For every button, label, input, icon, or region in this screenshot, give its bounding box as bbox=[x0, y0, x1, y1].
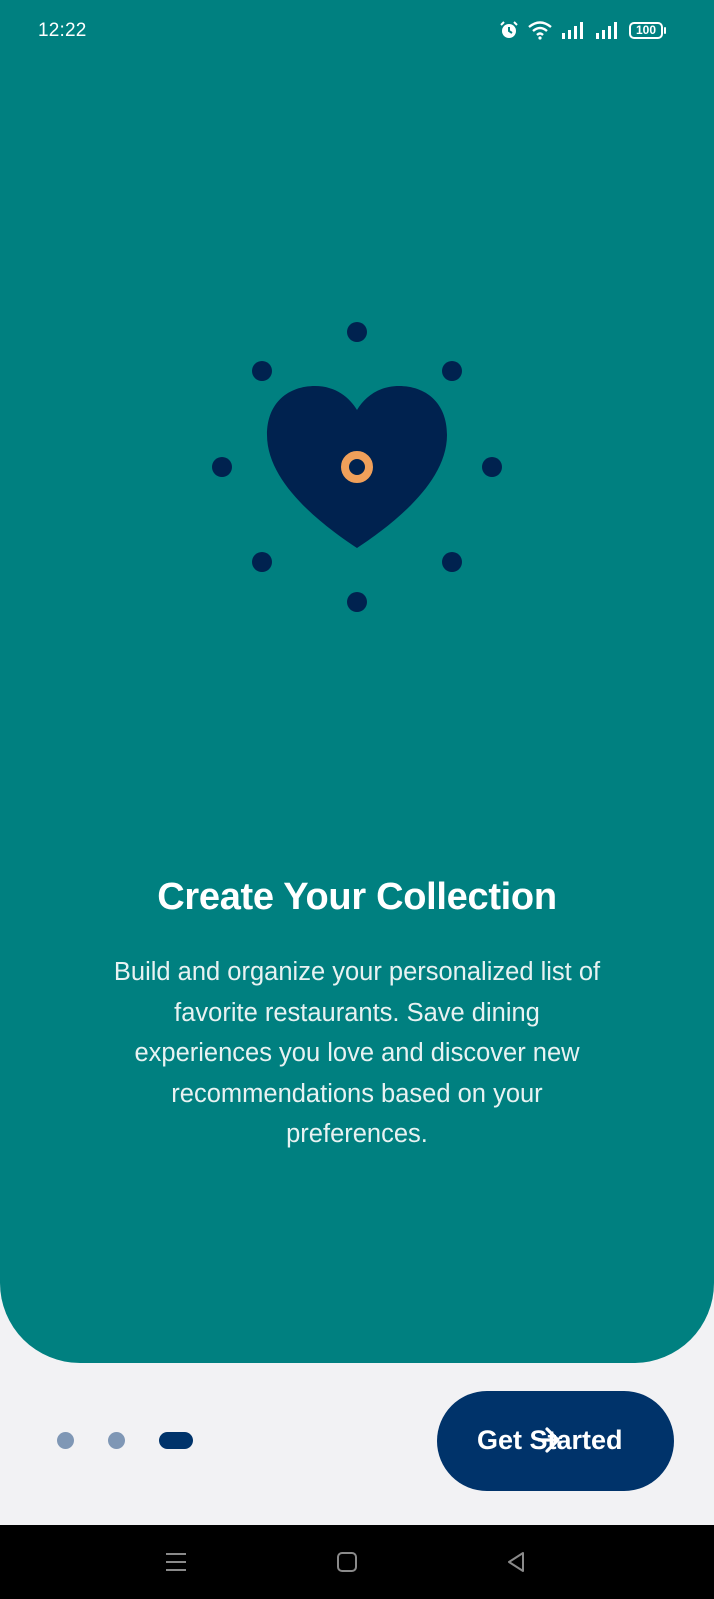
signal-icon bbox=[561, 21, 587, 39]
onboarding-description: Build and organize your personalized lis… bbox=[113, 958, 601, 1148]
sparkle-dot bbox=[252, 361, 272, 381]
heart-icon bbox=[267, 386, 447, 548]
arrow-right-icon bbox=[537, 1422, 561, 1465]
sparkle-dot bbox=[442, 552, 462, 572]
back-icon[interactable] bbox=[476, 1525, 556, 1599]
status-bar: 12:22 100 bbox=[0, 0, 714, 64]
battery-level: 100 bbox=[629, 21, 663, 39]
page-dot-2[interactable] bbox=[108, 1432, 125, 1449]
system-nav-bar bbox=[0, 1525, 714, 1599]
page-dot-1[interactable] bbox=[57, 1432, 74, 1449]
battery-icon: 100 bbox=[629, 21, 666, 39]
status-time: 12:22 bbox=[38, 20, 87, 41]
status-icons: 100 bbox=[499, 20, 666, 40]
sparkle-dot bbox=[212, 457, 232, 477]
alarm-icon bbox=[499, 20, 519, 40]
sparkle-dot bbox=[252, 552, 272, 572]
onboarding-hero: 12:22 100 Create Your Collection Build a… bbox=[0, 0, 714, 1363]
sparkle-dot bbox=[442, 361, 462, 381]
wifi-icon bbox=[527, 20, 553, 40]
page-indicator bbox=[57, 1432, 193, 1449]
sparkle-dot bbox=[347, 322, 367, 342]
onboarding-title: Create Your Collection bbox=[157, 876, 557, 918]
heart-illustration bbox=[200, 310, 514, 620]
menu-icon[interactable] bbox=[136, 1525, 216, 1599]
sparkle-dot bbox=[482, 457, 502, 477]
sparkle-dot bbox=[347, 592, 367, 612]
signal-icon bbox=[595, 21, 621, 39]
home-icon[interactable] bbox=[307, 1525, 387, 1599]
get-started-button[interactable]: Get Started bbox=[437, 1391, 674, 1491]
page-dot-3-active[interactable] bbox=[159, 1432, 193, 1449]
